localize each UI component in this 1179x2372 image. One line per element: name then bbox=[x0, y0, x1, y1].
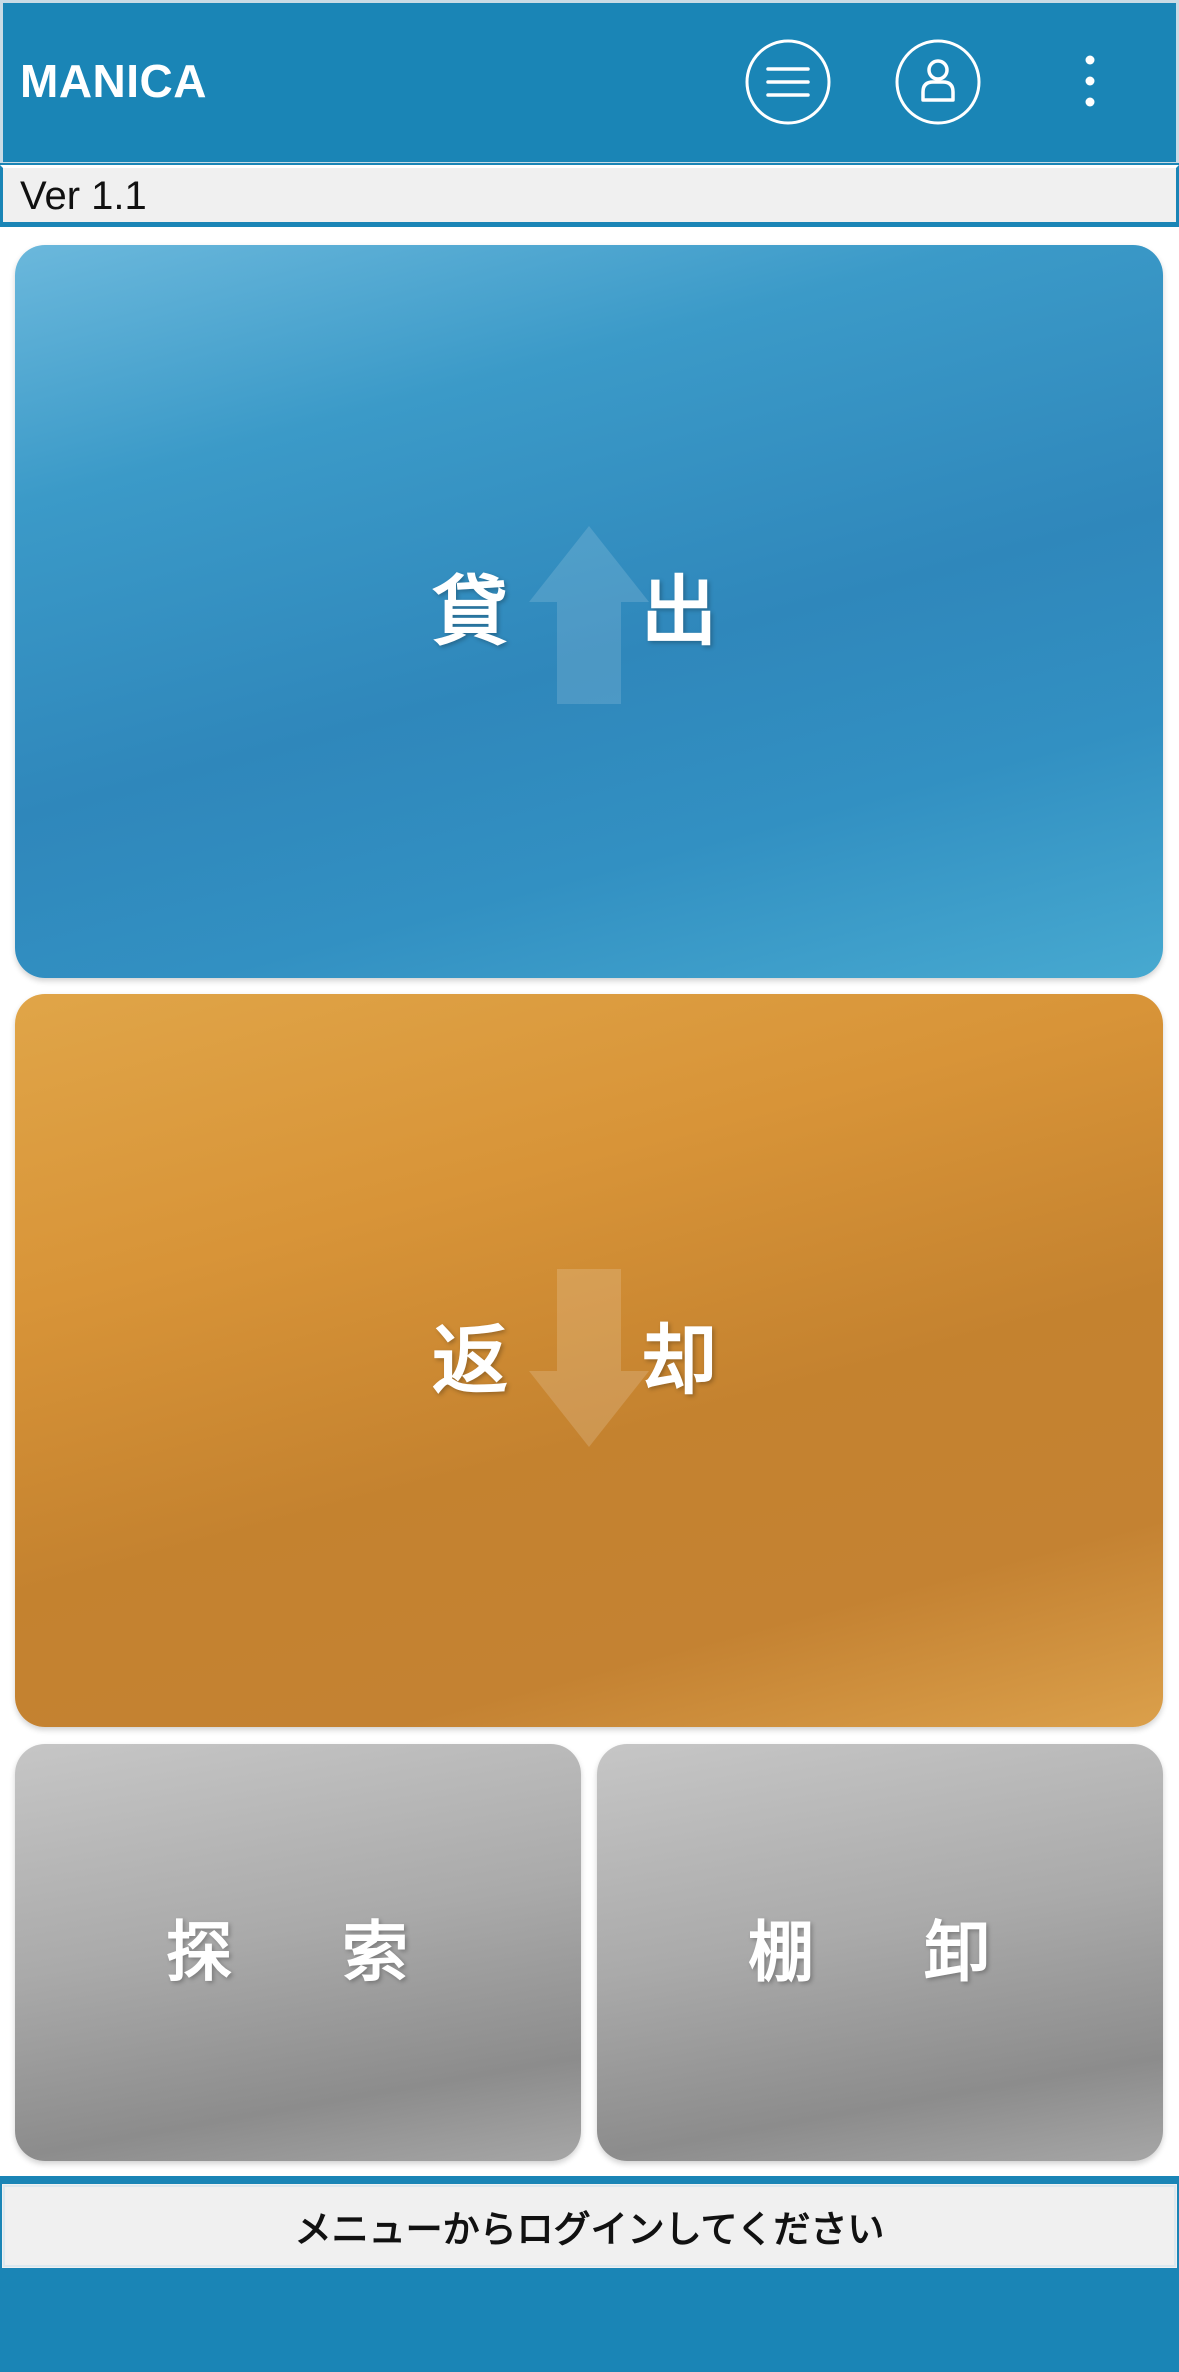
version-label: Ver 1.1 bbox=[20, 174, 147, 218]
search-tile-button[interactable]: 探 索 bbox=[15, 1744, 581, 2161]
more-options-button[interactable] bbox=[1046, 38, 1134, 126]
user-account-icon bbox=[895, 39, 981, 125]
more-vertical-icon bbox=[1085, 55, 1095, 107]
app-header: MANICA bbox=[0, 0, 1179, 165]
app-title: MANICA bbox=[20, 55, 207, 107]
user-account-button[interactable] bbox=[894, 38, 982, 126]
lend-tile-button[interactable]: 貸 出 bbox=[15, 245, 1163, 978]
lend-label-char-2: 出 bbox=[641, 566, 717, 656]
return-tile-button[interactable]: 返 却 bbox=[15, 994, 1163, 1727]
hamburger-menu-icon bbox=[745, 39, 831, 125]
lend-label-char-1: 貸 bbox=[432, 566, 508, 656]
menu-button[interactable] bbox=[744, 38, 832, 126]
status-bar: メニューからログインしてください bbox=[0, 2182, 1179, 2270]
stocktake-label-char-2: 卸 bbox=[924, 1913, 990, 1991]
version-bar: Ver 1.1 bbox=[0, 163, 1179, 227]
search-label-char-1: 探 bbox=[166, 1913, 232, 1991]
status-message: メニューからログインしてください bbox=[294, 2208, 885, 2251]
search-label-char-2: 索 bbox=[342, 1913, 408, 1991]
stocktake-tile-button[interactable]: 棚 卸 bbox=[597, 1744, 1163, 2161]
return-label-char-1: 返 bbox=[432, 1315, 508, 1405]
stocktake-label-char-1: 棚 bbox=[748, 1913, 814, 1991]
return-label-char-2: 却 bbox=[641, 1315, 717, 1405]
